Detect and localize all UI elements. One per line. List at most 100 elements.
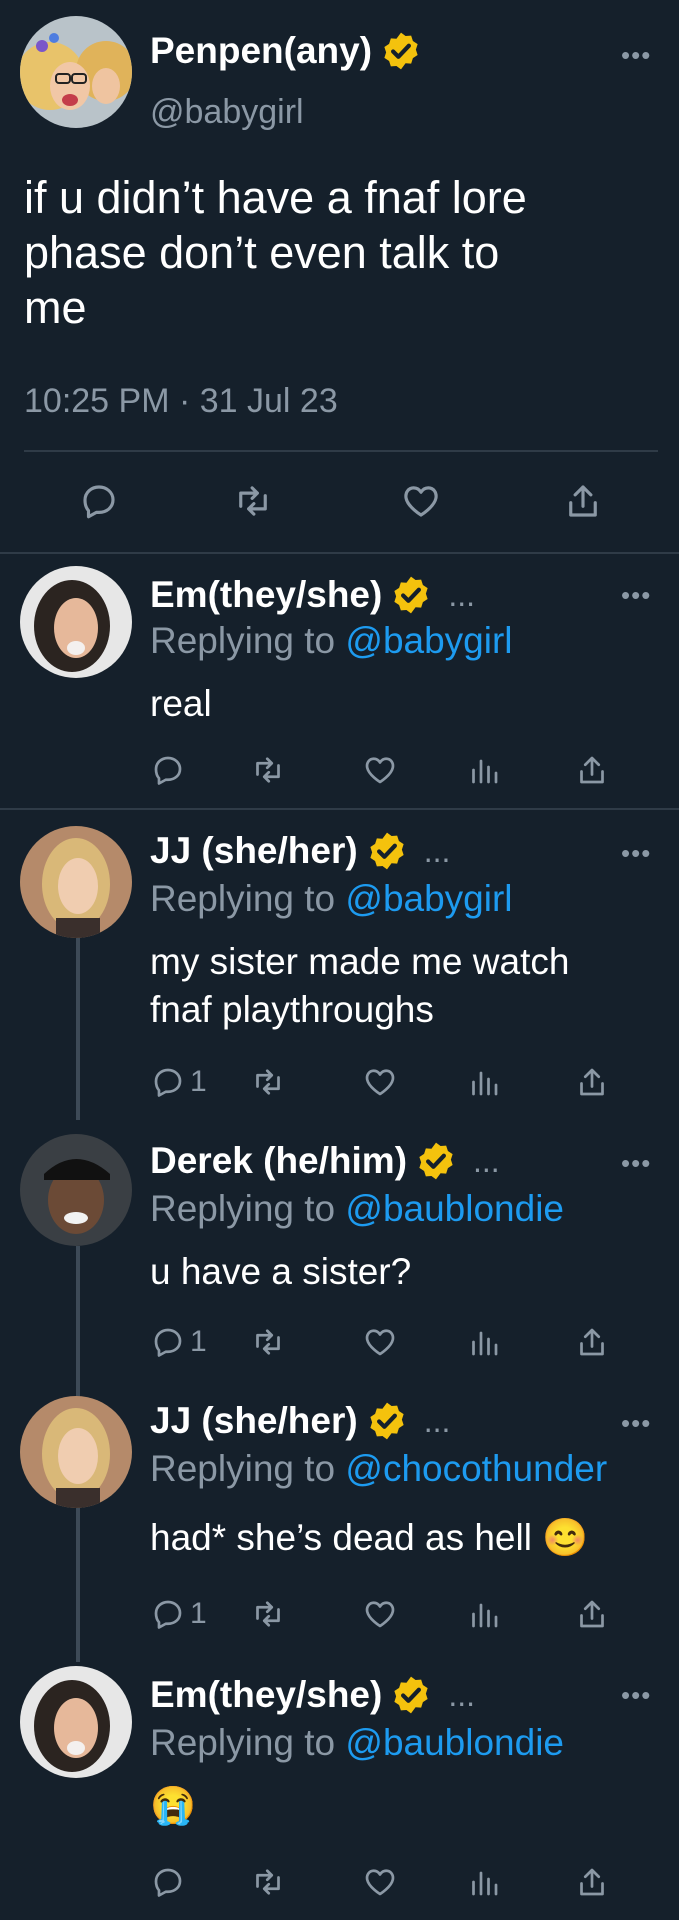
retweet-button[interactable] bbox=[232, 480, 274, 522]
reply-button[interactable]: 1 bbox=[150, 1064, 207, 1100]
avatar[interactable] bbox=[20, 566, 132, 678]
views-button[interactable] bbox=[466, 1064, 502, 1100]
share-button[interactable] bbox=[574, 1596, 610, 1632]
retweet-button[interactable] bbox=[250, 1864, 286, 1900]
reply-icon bbox=[150, 1596, 186, 1632]
avatar[interactable] bbox=[20, 1396, 132, 1508]
like-button[interactable] bbox=[362, 752, 398, 788]
views-button[interactable] bbox=[466, 752, 502, 788]
more-options-button[interactable]: ••• bbox=[621, 1680, 651, 1711]
tweet-text-line: had* she’s dead as hell 😊 bbox=[150, 1517, 589, 1558]
retweet-icon bbox=[232, 480, 274, 522]
heart-icon bbox=[362, 1864, 398, 1900]
more-options-button[interactable]: ••• bbox=[621, 838, 651, 869]
tweet-text: if u didn’t have a fnaf lore phase don’t… bbox=[24, 170, 527, 335]
tweet-text-line: phase don’t even talk to bbox=[24, 227, 500, 278]
retweet-button[interactable] bbox=[250, 1064, 286, 1100]
views-button[interactable] bbox=[466, 1596, 502, 1632]
like-button[interactable] bbox=[400, 480, 442, 522]
verified-badge-icon bbox=[415, 1140, 457, 1182]
reply-button[interactable] bbox=[150, 752, 186, 788]
share-icon bbox=[562, 480, 604, 522]
retweet-button[interactable] bbox=[250, 1596, 286, 1632]
display-name[interactable]: Penpen(any) bbox=[150, 30, 422, 72]
reply-button[interactable] bbox=[78, 480, 120, 522]
reply-icon bbox=[78, 480, 120, 522]
display-name[interactable]: Em(they/she) ... bbox=[150, 574, 475, 616]
views-icon bbox=[466, 1324, 502, 1360]
views-icon bbox=[466, 1064, 502, 1100]
handle[interactable]: @babygirl bbox=[150, 93, 304, 132]
verified-badge-icon bbox=[366, 830, 408, 872]
mention-link[interactable]: @babygirl bbox=[345, 878, 512, 919]
verified-badge-icon bbox=[390, 574, 432, 616]
reply-button[interactable]: 1 bbox=[150, 1324, 207, 1360]
more-options-button[interactable]: ••• bbox=[621, 1408, 651, 1439]
share-icon bbox=[574, 1864, 610, 1900]
replying-to: Replying to @babygirl bbox=[150, 878, 513, 919]
tweet-text-line: if u didn’t have a fnaf lore bbox=[24, 172, 527, 223]
display-name[interactable]: JJ (she/her) ... bbox=[150, 830, 450, 872]
tweet-text-line: my sister made me watch bbox=[150, 941, 570, 982]
reply-icon bbox=[150, 1324, 186, 1360]
verified-badge-icon bbox=[390, 1674, 432, 1716]
more-options-button[interactable]: ••• bbox=[621, 40, 651, 71]
heart-icon bbox=[400, 480, 442, 522]
divider bbox=[24, 450, 658, 452]
share-button[interactable] bbox=[562, 480, 604, 522]
mention-link[interactable]: @babygirl bbox=[345, 620, 512, 661]
display-name[interactable]: Em(they/she) ... bbox=[150, 1674, 475, 1716]
like-button[interactable] bbox=[362, 1596, 398, 1632]
share-button[interactable] bbox=[574, 1064, 610, 1100]
like-button[interactable] bbox=[362, 1864, 398, 1900]
tweet-text: my sister made me watch fnaf playthrough… bbox=[150, 938, 569, 1034]
mention-link[interactable]: @baublondie bbox=[345, 1722, 564, 1763]
avatar[interactable] bbox=[20, 16, 132, 128]
tweet-text-line: real bbox=[150, 683, 212, 724]
display-name[interactable]: Derek (he/him) ... bbox=[150, 1140, 500, 1182]
replying-to: Replying to @baublondie bbox=[150, 1722, 565, 1763]
verified-badge-icon bbox=[380, 30, 422, 72]
retweet-button[interactable] bbox=[250, 1324, 286, 1360]
replying-to: Replying to @baublondie bbox=[150, 1188, 565, 1229]
heart-icon bbox=[362, 1064, 398, 1100]
heart-icon bbox=[362, 752, 398, 788]
reply-button[interactable] bbox=[150, 1864, 186, 1900]
display-name[interactable]: JJ (she/her) ... bbox=[150, 1400, 450, 1442]
views-button[interactable] bbox=[466, 1864, 502, 1900]
verified-badge-icon bbox=[366, 1400, 408, 1442]
retweet-icon bbox=[250, 752, 286, 788]
heart-icon bbox=[362, 1324, 398, 1360]
reply-count: 1 bbox=[190, 1325, 207, 1358]
retweet-icon bbox=[250, 1064, 286, 1100]
like-button[interactable] bbox=[362, 1324, 398, 1360]
reply-icon bbox=[150, 1064, 186, 1100]
mention-link[interactable]: @baublondie bbox=[345, 1188, 564, 1229]
divider bbox=[0, 552, 679, 554]
avatar[interactable] bbox=[20, 1666, 132, 1778]
reply-icon bbox=[150, 752, 186, 788]
retweet-icon bbox=[250, 1324, 286, 1360]
mention-link[interactable]: @chocothunder bbox=[345, 1448, 607, 1489]
views-button[interactable] bbox=[466, 1324, 502, 1360]
share-button[interactable] bbox=[574, 1324, 610, 1360]
timestamp[interactable]: 10:25 PM · 31 Jul 23 bbox=[24, 382, 338, 421]
more-options-button[interactable]: ••• bbox=[621, 580, 651, 611]
retweet-button[interactable] bbox=[250, 752, 286, 788]
share-button[interactable] bbox=[574, 1864, 610, 1900]
retweet-icon bbox=[250, 1596, 286, 1632]
reply-count: 1 bbox=[190, 1065, 207, 1098]
avatar[interactable] bbox=[20, 826, 132, 938]
views-icon bbox=[466, 752, 502, 788]
tweet-text-line: fnaf playthroughs bbox=[150, 989, 434, 1030]
like-button[interactable] bbox=[362, 1064, 398, 1100]
tweet-text-line: u have a sister? bbox=[150, 1251, 412, 1292]
more-options-button[interactable]: ••• bbox=[621, 1148, 651, 1179]
avatar[interactable] bbox=[20, 1134, 132, 1246]
tweet-text: u have a sister? bbox=[150, 1248, 411, 1296]
reply-button[interactable]: 1 bbox=[150, 1596, 207, 1632]
tweet-text: 😭 bbox=[150, 1782, 196, 1830]
thread-line bbox=[76, 938, 80, 1120]
share-button[interactable] bbox=[574, 752, 610, 788]
replying-to: Replying to @chocothunder bbox=[150, 1448, 608, 1489]
